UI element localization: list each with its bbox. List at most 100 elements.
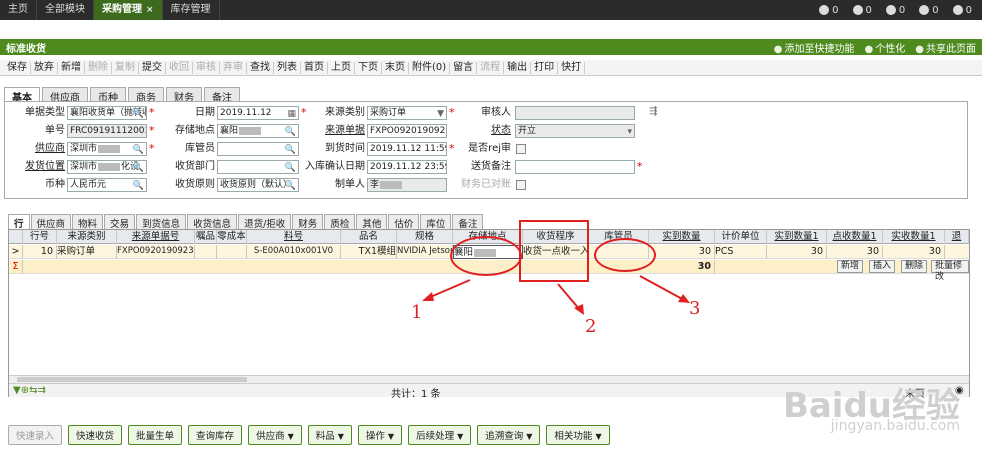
source-doc-field[interactable]: FXPO09201909230002	[367, 124, 447, 138]
col-header-item-no[interactable]: 料号	[247, 230, 341, 244]
recall-button[interactable]: 收回	[166, 61, 193, 74]
message-button[interactable]: 留言	[450, 61, 478, 74]
row-insert-button[interactable]: 插入	[869, 260, 896, 273]
row-batch-edit-button[interactable]: 批量修改	[931, 260, 969, 282]
col-header-gift[interactable]: 嘱品	[195, 230, 217, 244]
supplier-label[interactable]: 供应商	[0, 142, 65, 156]
cell-item-no[interactable]: S-E00A010x001V0	[247, 245, 341, 259]
cell-price-unit[interactable]: PCS	[715, 245, 767, 259]
first-page-button[interactable]: 首页	[301, 61, 328, 74]
receive-dept-field[interactable]: 🔍	[217, 160, 299, 174]
deliver-note-field[interactable]	[515, 160, 635, 174]
tab-home[interactable]: 主页	[0, 0, 37, 20]
col-header-source-type[interactable]: 来源类别	[57, 230, 117, 244]
search-icon[interactable]: 🔍	[133, 144, 144, 155]
source-type-select[interactable]: 采购订单 ▼	[367, 106, 447, 120]
related-functions-menu-button[interactable]: 相关功能 ▼	[546, 425, 610, 445]
supplier-menu-button[interactable]: 供应商 ▼	[248, 425, 302, 445]
last-page-button[interactable]: 末页	[382, 61, 409, 74]
message-counter[interactable]: 0	[819, 5, 839, 16]
finance-reconciled-checkbox[interactable]	[516, 180, 526, 190]
col-header-return[interactable]: 退	[945, 230, 969, 244]
save-button[interactable]: 保存	[4, 61, 31, 74]
new-button[interactable]: 新增	[58, 61, 85, 74]
quick-print-button[interactable]: 快打	[558, 61, 586, 74]
item-menu-button[interactable]: 料品 ▼	[307, 425, 352, 445]
cell-actual-qty1[interactable]: 30	[767, 245, 827, 259]
date-field[interactable]: 2019.11.12 ▦	[217, 106, 299, 120]
search-icon[interactable]: 🔍	[133, 108, 144, 119]
next-page-button[interactable]: 下页	[355, 61, 382, 74]
add-shortcut-link[interactable]: 添加至快捷功能	[774, 40, 855, 55]
col-header-actual-qty[interactable]: 实到数量	[649, 230, 715, 244]
ship-location-field[interactable]: 深圳市 化设 🔍	[67, 160, 147, 174]
col-header-spec[interactable]: 规格	[397, 230, 453, 244]
col-header-item-name[interactable]: 品名	[341, 230, 397, 244]
col-header-source-no[interactable]: 来源单据号	[117, 230, 195, 244]
tab-inventory-management[interactable]: 库存管理	[163, 0, 220, 20]
col-header-price-unit[interactable]: 计价单位	[715, 230, 767, 244]
operation-menu-button[interactable]: 操作 ▼	[357, 425, 403, 445]
discard-button[interactable]: 放弃	[31, 61, 58, 74]
supplier-field[interactable]: 深圳市 🔍	[67, 142, 147, 156]
col-header-actual-qty1[interactable]: 实到数量1	[767, 230, 827, 244]
list-button[interactable]: 列表	[274, 61, 301, 74]
tab-purchase-management[interactable]: 采购管理 ×	[94, 0, 163, 20]
unapprove-button[interactable]: 弃审	[220, 61, 247, 74]
cell-source-type[interactable]: 采购订单	[57, 245, 117, 259]
col-header-zero-cost[interactable]: 零成本	[217, 230, 247, 244]
find-button[interactable]: 查找	[247, 61, 274, 74]
principle-field[interactable]: 收货原则（默认） 🔍	[217, 178, 299, 192]
search-icon[interactable]: 🔍	[133, 180, 144, 191]
cell-item-name[interactable]: TX1模组	[341, 245, 397, 259]
tab-all-modules[interactable]: 全部模块	[37, 0, 94, 20]
col-header-line-no[interactable]: 行号	[23, 230, 57, 244]
cell-actual-qty[interactable]: 30	[649, 245, 715, 259]
col-header-count-qty1[interactable]: 点收数量1	[827, 230, 883, 244]
filter-icon[interactable]: ▼⊕⇆⇉	[13, 385, 46, 396]
ship-location-label[interactable]: 发货位置	[0, 160, 65, 174]
scroll-thumb[interactable]	[17, 377, 247, 382]
cell-line-no[interactable]: 10	[23, 245, 57, 259]
arrive-time-field[interactable]: 2019.11.12 11:59:06	[367, 142, 447, 156]
settings-icon[interactable]: ⇶	[649, 106, 657, 117]
source-doc-label[interactable]: 来源单据	[295, 124, 365, 138]
personalize-link[interactable]: 个性化	[865, 40, 905, 55]
cell-received-qty1[interactable]: 30	[883, 245, 945, 259]
delete-button[interactable]: 删除	[85, 61, 112, 74]
submit-button[interactable]: 提交	[139, 61, 166, 74]
trace-query-menu-button[interactable]: 追溯查询 ▼	[477, 425, 541, 445]
attachment-button[interactable]: 附件(0)	[409, 61, 451, 74]
keeper-field[interactable]: 🔍	[217, 142, 299, 156]
cell-spec[interactable]: NVIDIA Jetson T...	[397, 245, 453, 259]
done-counter[interactable]: 0	[952, 5, 972, 16]
close-icon[interactable]: ×	[146, 5, 154, 15]
quick-receive-button[interactable]: 快速收货	[68, 425, 123, 445]
row-delete-button[interactable]: 删除	[901, 260, 928, 273]
alert-counter[interactable]: 0	[852, 5, 872, 16]
copy-button[interactable]: 复制	[112, 61, 139, 74]
query-stock-button[interactable]: 查询库存	[188, 425, 243, 445]
row-add-button[interactable]: 新增	[837, 260, 864, 273]
print-button[interactable]: 打印	[531, 61, 559, 74]
cell-source-no[interactable]: FXPO0920190923000...	[117, 245, 195, 259]
share-page-link[interactable]: 共享此页面	[915, 40, 976, 55]
cell-count-qty1[interactable]: 30	[827, 245, 883, 259]
prev-page-button[interactable]: 上页	[328, 61, 355, 74]
quick-entry-button[interactable]: 快速录入	[8, 425, 63, 445]
follow-up-menu-button[interactable]: 后续处理 ▼	[408, 425, 472, 445]
batch-create-button[interactable]: 批量生单	[128, 425, 183, 445]
flow-button[interactable]: 流程	[477, 61, 505, 74]
col-header-received-qty1[interactable]: 实收数量1	[883, 230, 945, 244]
search-icon[interactable]: 🔍	[133, 162, 144, 173]
cell-gift[interactable]	[195, 245, 217, 259]
export-button[interactable]: 输出	[504, 61, 532, 74]
currency-field[interactable]: 人民币元 🔍	[67, 178, 147, 192]
status-label[interactable]: 状态	[441, 124, 511, 138]
approve-button[interactable]: 审核	[193, 61, 220, 74]
approve-counter[interactable]: 0	[919, 5, 939, 16]
confirm-date-field[interactable]: 2019.11.12 23:59:00	[367, 160, 447, 174]
task-counter[interactable]: 0	[885, 5, 905, 16]
reaudit-checkbox[interactable]	[516, 144, 526, 154]
doc-type-field[interactable]: 襄阳收货单（抛转收 🔍	[67, 106, 147, 120]
